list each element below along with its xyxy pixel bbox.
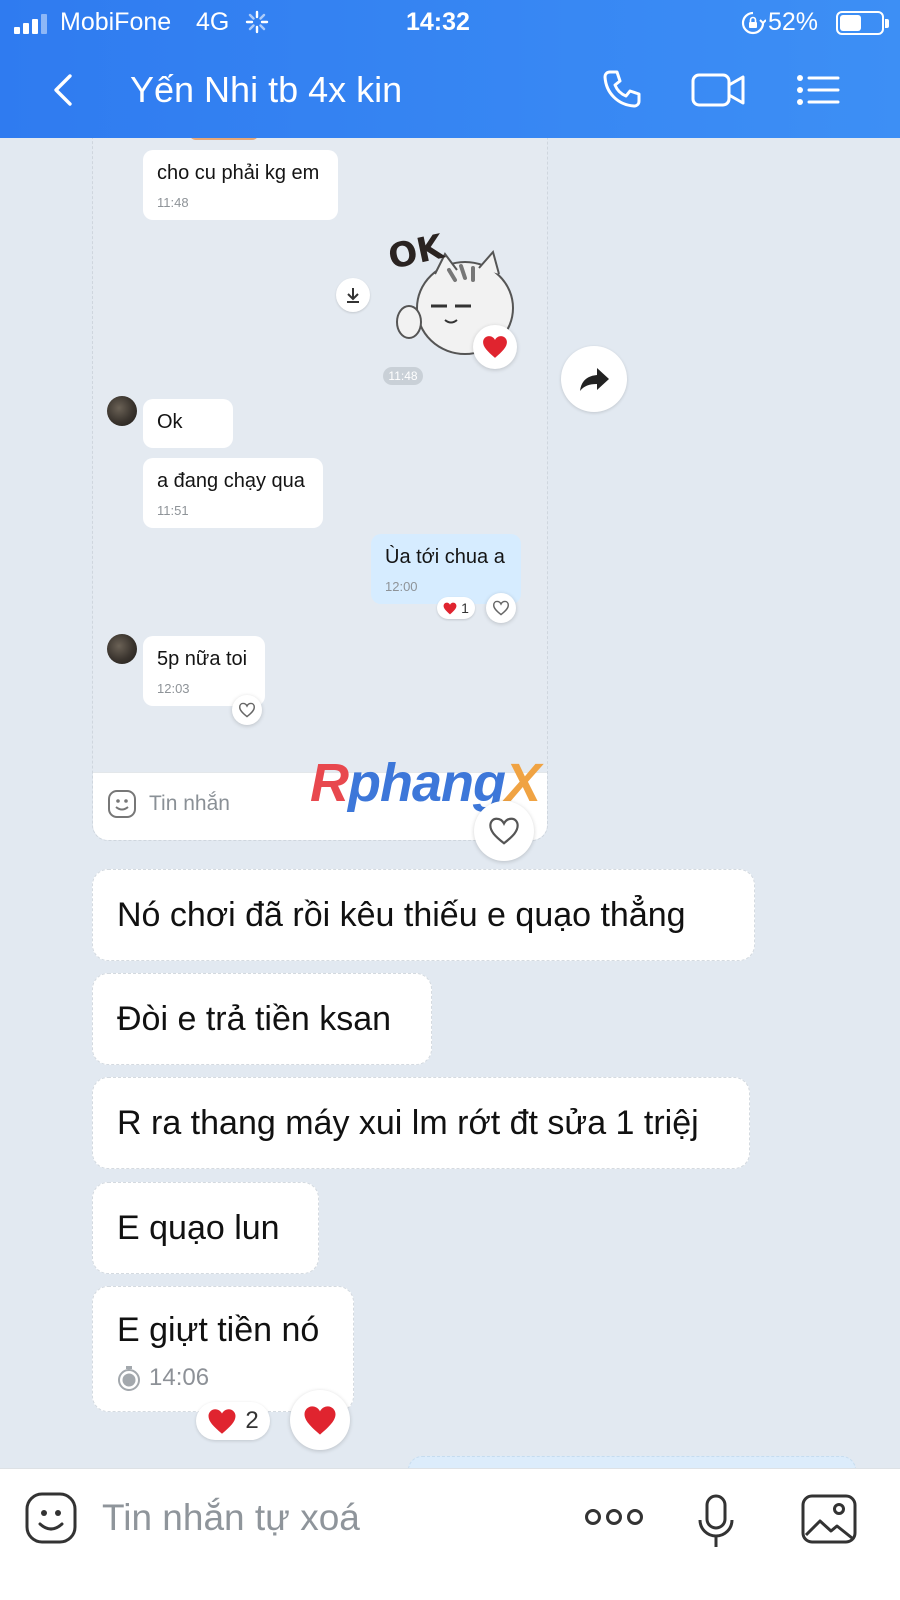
rotation-lock-icon	[741, 11, 766, 35]
message-bubble[interactable]: Nó chơi đã rồi kêu thiếu e quạo thẳng	[92, 869, 755, 961]
embedded-chat-screenshot: cho cu phải kg em 11:48 OK 11:48 Ok a đa…	[92, 138, 548, 841]
message-bubble[interactable]: Đòi e trả tiền ksan	[92, 973, 432, 1065]
message-input-bar: Tin nhắn tự xoá	[0, 1468, 900, 1600]
message-text: cho cu phải kg em	[157, 162, 320, 184]
embedded-message[interactable]: a đang chạy qua 11:51	[143, 458, 323, 528]
like-button[interactable]	[232, 695, 262, 725]
message-text: Ùa tới chua a	[385, 546, 505, 568]
message-text: E quạo lun	[117, 1208, 280, 1247]
like-button[interactable]	[486, 593, 516, 623]
clock-label: 14:32	[406, 8, 470, 36]
message-text: Đòi e trả tiền ksan	[117, 999, 392, 1038]
embedded-message[interactable]: cho cu phải kg em 11:48	[143, 150, 338, 220]
message-text: R ra thang máy xui lm rớt đt sửa 1 triệj	[117, 1103, 699, 1142]
heart-reaction-button[interactable]	[290, 1390, 350, 1450]
message-text: E giựt tiền nó	[117, 1311, 320, 1349]
avatar[interactable]	[107, 396, 137, 426]
embedded-input-placeholder: Tin nhắn	[149, 792, 230, 815]
more-options-icon[interactable]	[584, 1505, 644, 1529]
message-bubble[interactable]: E quạo lun	[92, 1182, 319, 1274]
message-time: 11:48	[157, 195, 189, 210]
sticker-heart-reaction[interactable]	[473, 325, 517, 369]
reaction-count: 1	[461, 600, 469, 616]
sticker-icon[interactable]	[24, 1491, 78, 1545]
message-text: Nó chơi đã rồi kêu thiếu e quạo thẳng	[117, 895, 686, 934]
heart-icon	[304, 1405, 336, 1435]
heart-icon	[208, 1408, 236, 1434]
message-time: 11:51	[157, 503, 189, 518]
message-time: 12:00	[385, 579, 418, 594]
heart-outline-icon	[492, 600, 510, 616]
back-icon[interactable]	[44, 70, 84, 110]
chat-title[interactable]: Yến Nhi tb 4x kin	[130, 69, 402, 111]
heart-outline-icon	[489, 817, 519, 845]
battery-icon	[836, 11, 889, 35]
heart-icon	[483, 336, 507, 358]
chat-header: MobiFone 4G 14:32 52% Yến Nhi tb 4x kin	[0, 0, 900, 138]
message-time: 12:03	[157, 681, 190, 696]
video-call-icon[interactable]	[690, 66, 748, 114]
share-button[interactable]	[561, 346, 627, 412]
message-time-row: 14:06	[117, 1364, 209, 1392]
signal-icon	[14, 14, 47, 34]
loading-icon	[245, 10, 269, 34]
avatar[interactable]	[107, 634, 137, 664]
watermark-text: phang	[348, 753, 506, 813]
phone-icon[interactable]	[598, 66, 646, 114]
watermark-text: R	[310, 753, 349, 813]
message-time: 14:06	[149, 1364, 210, 1391]
microphone-icon[interactable]	[696, 1493, 736, 1551]
sticker-icon	[108, 790, 136, 818]
reaction-count: 2	[245, 1407, 259, 1434]
message-text: Ok	[157, 411, 183, 433]
reaction-count-pill[interactable]: 1	[437, 597, 475, 619]
share-arrow-icon	[580, 368, 609, 391]
heart-outline-icon	[238, 702, 256, 718]
sticker-time: 11:48	[383, 367, 423, 385]
download-button[interactable]	[336, 278, 370, 312]
image-gallery-icon[interactable]	[800, 1493, 858, 1545]
battery-percent-label: 52%	[768, 8, 819, 36]
message-text: a đang chạy qua	[157, 470, 305, 492]
like-button[interactable]	[474, 801, 534, 861]
carrier-label: MobiFone	[60, 8, 172, 36]
reaction-count-pill[interactable]: 2	[196, 1402, 270, 1440]
heart-icon	[443, 602, 457, 614]
message-bubble[interactable]: R ra thang máy xui lm rớt đt sửa 1 triệj	[92, 1077, 750, 1169]
network-label: 4G	[196, 8, 230, 36]
message-input[interactable]: Tin nhắn tự xoá	[102, 1497, 360, 1539]
embedded-message[interactable]: Ok	[143, 399, 233, 448]
timer-icon	[118, 1366, 140, 1391]
cropped-sticker-edge	[189, 138, 259, 140]
message-text: 5p nữa toi	[157, 648, 248, 670]
menu-icon[interactable]	[794, 66, 842, 114]
download-icon	[347, 288, 359, 303]
